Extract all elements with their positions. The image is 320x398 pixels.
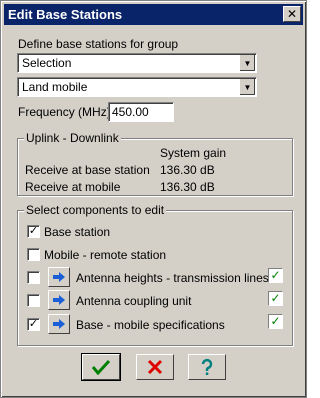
receive-mobile-label: Receive at mobile bbox=[25, 180, 121, 194]
frequency-label: Frequency (MHz) bbox=[18, 105, 111, 119]
base-mobile-spec-checkbox[interactable]: ✓ bbox=[27, 318, 40, 331]
base-station-label: Base station bbox=[44, 225, 111, 239]
help-button[interactable] bbox=[188, 354, 226, 380]
title-bar: Edit Base Stations ✕ bbox=[4, 4, 303, 25]
station-type-select[interactable]: Land mobile ▼ bbox=[17, 77, 257, 97]
antenna-coupling-done-icon: ✓ bbox=[268, 291, 283, 306]
antenna-heights-done-icon: ✓ bbox=[268, 268, 283, 283]
frequency-input[interactable]: 450.00 bbox=[108, 102, 174, 122]
group-select[interactable]: Selection ▼ bbox=[17, 53, 257, 73]
chevron-down-icon[interactable]: ▼ bbox=[239, 79, 255, 95]
receive-mobile-value: 136.30 dB bbox=[160, 180, 215, 194]
base-mobile-spec-edit-button[interactable] bbox=[48, 314, 70, 334]
station-type-value: Land mobile bbox=[22, 80, 88, 94]
window-title: Edit Base Stations bbox=[8, 7, 123, 22]
components-legend: Select components to edit bbox=[24, 203, 167, 217]
mobile-station-checkbox[interactable] bbox=[27, 248, 40, 261]
antenna-coupling-label: Antenna coupling unit bbox=[76, 294, 192, 308]
close-button[interactable]: ✕ bbox=[283, 6, 301, 22]
receive-base-label: Receive at base station bbox=[25, 163, 150, 177]
check-icon bbox=[91, 359, 111, 375]
base-mobile-spec-done-icon: ✓ bbox=[268, 314, 283, 329]
mobile-station-label: Mobile - remote station bbox=[44, 248, 167, 262]
antenna-heights-label: Antenna heights - transmission lines bbox=[76, 271, 269, 285]
arrow-right-icon bbox=[53, 272, 65, 282]
close-icon: ✕ bbox=[286, 7, 298, 21]
antenna-heights-edit-button[interactable] bbox=[48, 267, 70, 287]
ok-button[interactable] bbox=[81, 353, 121, 381]
base-mobile-spec-label: Base - mobile specifications bbox=[76, 318, 225, 332]
arrow-right-icon bbox=[53, 295, 65, 305]
question-icon bbox=[201, 358, 213, 375]
group-select-value: Selection bbox=[22, 56, 72, 70]
base-station-checkbox[interactable]: ✓ bbox=[27, 225, 40, 238]
antenna-coupling-checkbox[interactable] bbox=[27, 294, 40, 307]
x-icon bbox=[147, 359, 163, 375]
frequency-value: 450.00 bbox=[112, 105, 149, 119]
system-gain-header: System gain bbox=[160, 146, 227, 160]
antenna-heights-checkbox[interactable] bbox=[27, 271, 40, 284]
cancel-button[interactable] bbox=[136, 354, 174, 380]
receive-base-value: 136.30 dB bbox=[160, 163, 215, 177]
chevron-down-icon[interactable]: ▼ bbox=[239, 55, 255, 71]
uplink-legend: Uplink - Downlink bbox=[24, 131, 121, 145]
define-label: Define base stations for group bbox=[18, 37, 179, 51]
antenna-coupling-edit-button[interactable] bbox=[48, 290, 70, 310]
arrow-right-icon bbox=[53, 319, 65, 329]
